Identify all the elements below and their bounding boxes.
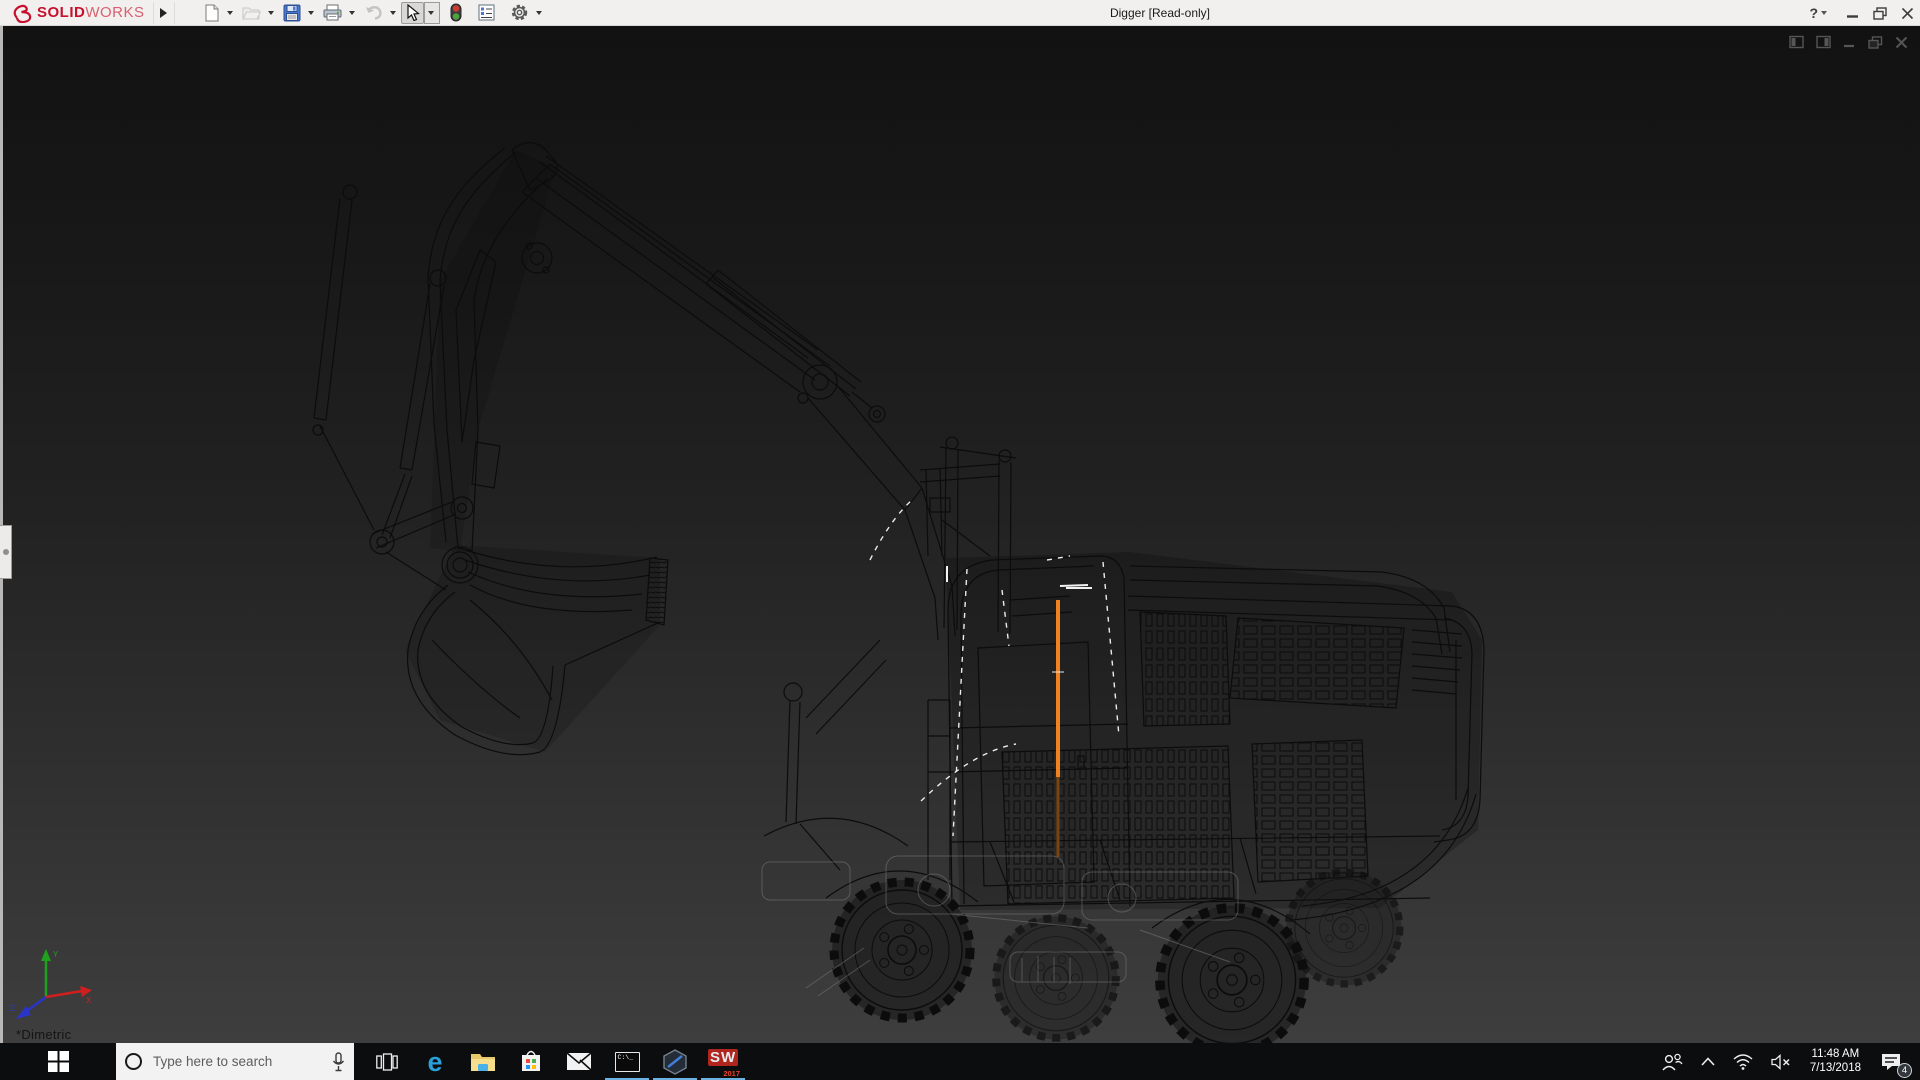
undo-caret[interactable] <box>390 11 396 15</box>
select-cursor-icon <box>405 4 420 22</box>
triad-y-label: Y <box>53 950 59 959</box>
rebuild-traffic-light-icon <box>450 3 462 22</box>
undo-button[interactable] <box>360 2 387 24</box>
task-view-button[interactable] <box>363 1043 411 1080</box>
file-properties-icon <box>478 4 495 21</box>
select-button[interactable] <box>401 2 424 24</box>
windows-logo-icon <box>48 1051 69 1072</box>
document-window-controls <box>1789 35 1908 49</box>
open-icon <box>242 5 261 21</box>
save-button[interactable] <box>279 2 305 24</box>
flyout-arrow-icon <box>160 8 167 18</box>
people-button[interactable] <box>1652 1043 1692 1080</box>
help-icon: ? <box>1809 5 1818 21</box>
new-document-icon <box>203 4 220 22</box>
taskbar-icon-edge[interactable]: e <box>411 1043 459 1080</box>
microphone-icon[interactable] <box>331 1052 346 1072</box>
solidworks-logo: SOLIDWORKS <box>0 0 153 25</box>
notification-count-badge: 4 <box>1897 1063 1912 1078</box>
clock-time: 11:48 AM <box>1810 1048 1861 1062</box>
help-caret <box>1821 11 1827 15</box>
chevron-up-icon <box>1701 1057 1715 1066</box>
rebuild-button[interactable] <box>446 2 466 24</box>
taskbar-icon-composer[interactable] <box>651 1043 699 1080</box>
solidworks-app-window: SOLIDWORKS <box>0 0 1920 1080</box>
menu-flyout-arrow[interactable] <box>153 2 175 24</box>
composer-hexagon-icon <box>662 1049 688 1075</box>
file-explorer-icon <box>470 1051 496 1072</box>
print-caret[interactable] <box>349 11 355 15</box>
select-caret[interactable] <box>424 2 440 24</box>
brand-bold: SOLID <box>37 4 85 21</box>
network-button[interactable] <box>1724 1043 1762 1080</box>
print-button[interactable] <box>319 2 346 24</box>
taskbar-icon-solidworks-2017[interactable]: SW 2017 <box>699 1043 747 1080</box>
system-tray: 11:48 AM 7/13/2018 4 <box>1652 1043 1920 1080</box>
people-icon <box>1661 1053 1683 1071</box>
triad-z-label: Z <box>10 1004 15 1013</box>
cortana-icon <box>125 1053 142 1070</box>
edge-icon: e <box>427 1049 442 1075</box>
solidworks-2017-icon: SW 2017 <box>708 1049 738 1075</box>
taskbar-clock[interactable]: 11:48 AM 7/13/2018 <box>1800 1048 1871 1075</box>
close-button[interactable] <box>1901 7 1914 20</box>
wifi-icon <box>1733 1054 1753 1070</box>
triad-x-label: X <box>86 996 92 1005</box>
new-document-caret[interactable] <box>227 11 233 15</box>
solidworks-logo-icon <box>10 3 34 23</box>
orientation-triad: Y X Z <box>6 945 96 1023</box>
new-document-button[interactable] <box>199 2 224 24</box>
window-controls: ? <box>1809 0 1914 26</box>
windows-taskbar: Type here to search e <box>0 1043 1920 1080</box>
view-orientation-label: *Dimetric <box>16 1027 71 1042</box>
show-hidden-icons-button[interactable] <box>1692 1043 1724 1080</box>
document-close-icon[interactable] <box>1895 36 1908 49</box>
file-properties-button[interactable] <box>474 2 499 24</box>
command-prompt-icon: C:\_ <box>615 1052 640 1072</box>
open-caret[interactable] <box>268 11 274 15</box>
task-view-icon <box>376 1052 398 1072</box>
clock-date: 7/13/2018 <box>1810 1062 1861 1076</box>
options-gear-icon <box>510 3 529 22</box>
main-toolbar <box>199 0 547 25</box>
save-icon <box>283 4 301 22</box>
taskbar-app-icons: e <box>363 1043 747 1080</box>
expand-pane-icon <box>3 549 9 555</box>
taskbar-icon-mail[interactable] <box>555 1043 603 1080</box>
brand-wordmark: SOLIDWORKS <box>37 4 145 21</box>
help-button[interactable]: ? <box>1809 5 1832 21</box>
title-bar: SOLIDWORKS <box>0 0 1920 26</box>
pane-left-icon[interactable] <box>1789 35 1804 49</box>
search-placeholder: Type here to search <box>142 1054 331 1069</box>
save-caret[interactable] <box>308 11 314 15</box>
options-caret[interactable] <box>536 11 542 15</box>
options-button[interactable] <box>506 2 533 24</box>
action-center-button[interactable]: 4 <box>1871 1043 1916 1080</box>
wireframe-digger-model[interactable] <box>0 26 1920 1043</box>
taskbar-icon-store[interactable] <box>507 1043 555 1080</box>
volume-muted-icon <box>1771 1054 1791 1070</box>
document-minimize-icon[interactable] <box>1843 36 1856 49</box>
mail-icon <box>566 1052 592 1071</box>
brand-light: WORKS <box>85 4 144 21</box>
featuremanager-collapsed-tab[interactable] <box>0 525 12 579</box>
pane-right-icon[interactable] <box>1816 35 1831 49</box>
restore-button[interactable] <box>1873 7 1887 20</box>
volume-button[interactable] <box>1762 1043 1800 1080</box>
open-button[interactable] <box>238 2 265 24</box>
graphics-viewport[interactable]: Y X Z *Dimetric <box>0 26 1920 1043</box>
search-input[interactable]: Type here to search <box>116 1043 354 1080</box>
store-icon <box>520 1050 542 1073</box>
minimize-button[interactable] <box>1846 7 1859 20</box>
taskbar-icon-file-explorer[interactable] <box>459 1043 507 1080</box>
print-icon <box>323 4 342 21</box>
window-title: Digger [Read-only] <box>530 0 1790 26</box>
document-restore-icon[interactable] <box>1868 36 1883 49</box>
undo-icon <box>364 5 383 21</box>
taskbar-icon-command-prompt[interactable]: C:\_ <box>603 1043 651 1080</box>
start-button[interactable] <box>0 1043 116 1080</box>
